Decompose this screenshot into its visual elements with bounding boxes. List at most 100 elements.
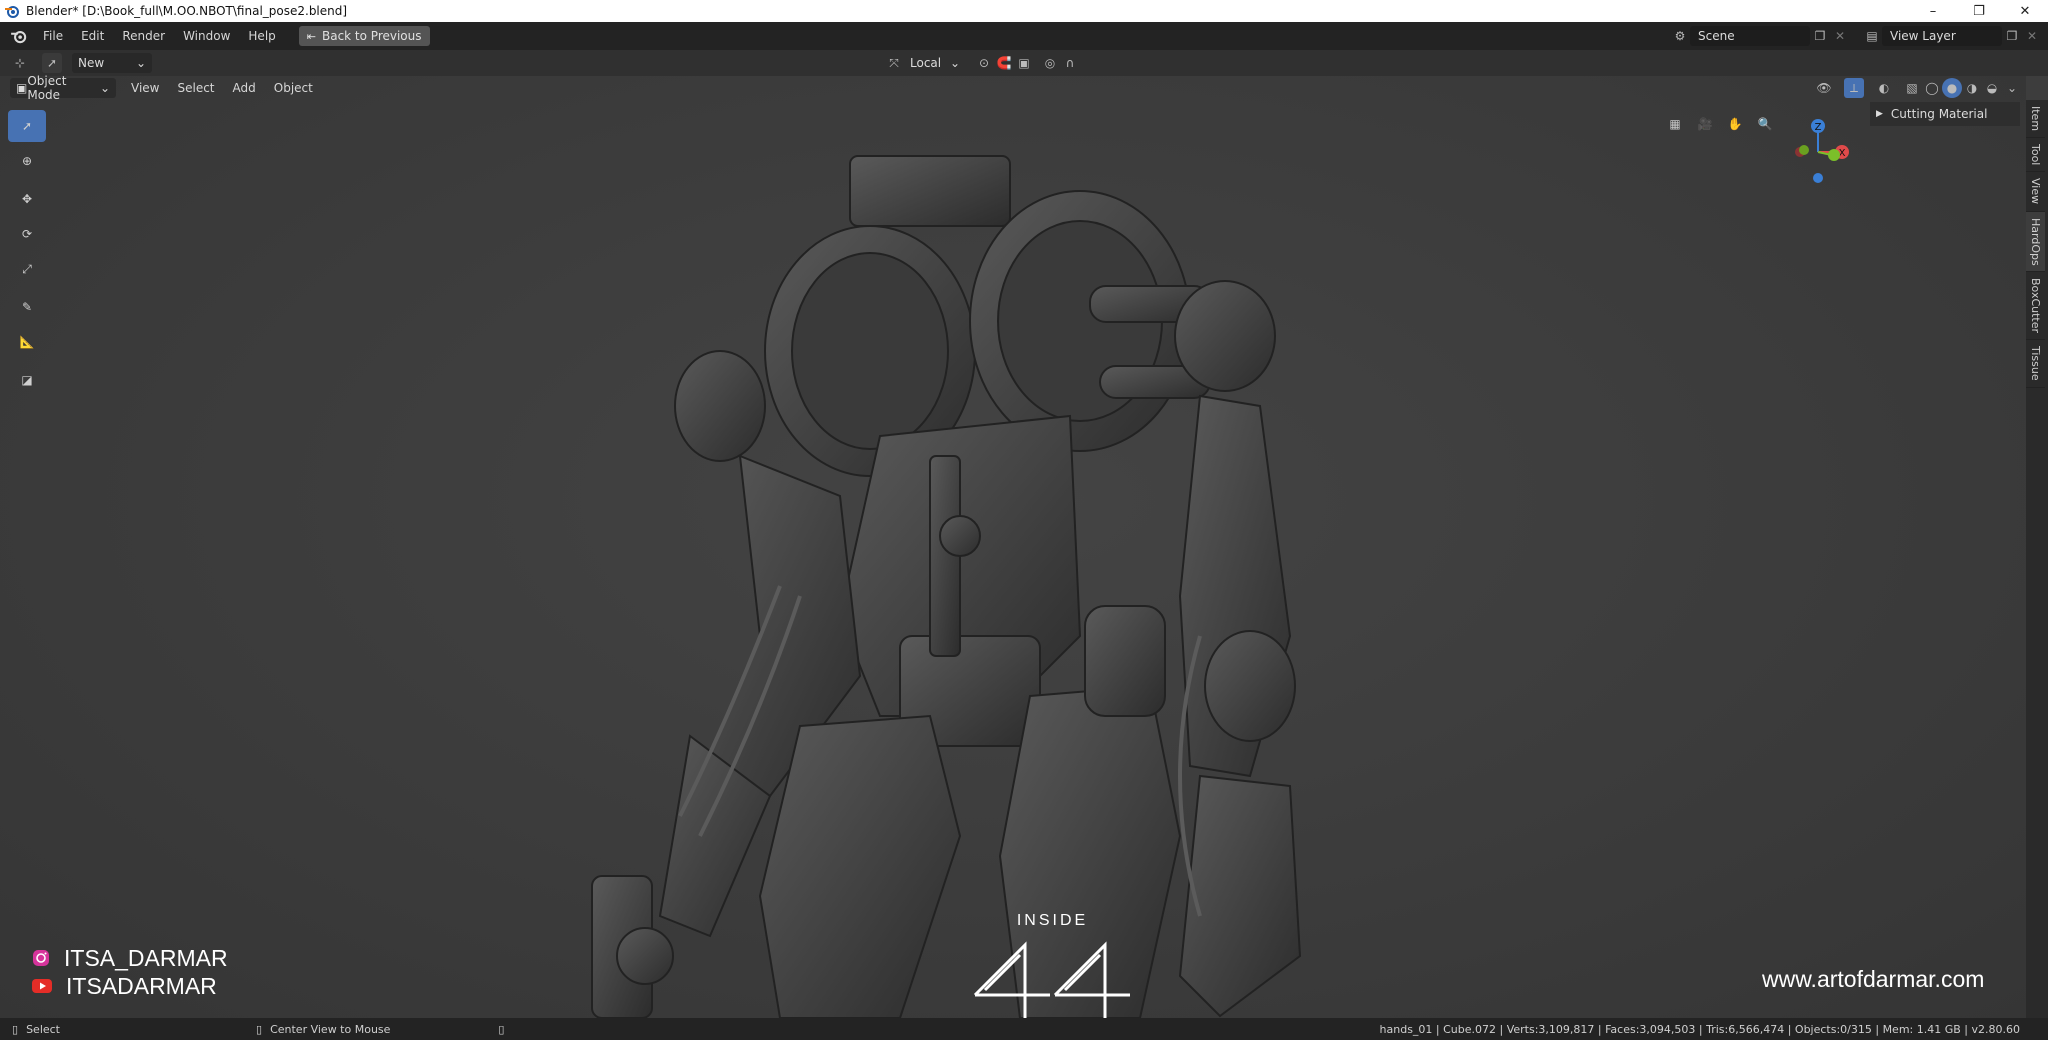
solid-shading-icon[interactable]: ● (1942, 78, 1962, 98)
tool-header: ⊹ ➚ New ⌄ ⤧ Local ⌄ ⊙ 🧲 ▣ ◎ ∩ (0, 50, 2048, 76)
shading-options-icon[interactable]: ⌄ (2002, 78, 2022, 98)
back-icon: ⇤ (306, 29, 316, 43)
menu-help[interactable]: Help (239, 22, 284, 50)
wireframe-shading-icon[interactable]: ◯ (1922, 78, 1942, 98)
tab-view[interactable]: View (2026, 172, 2045, 212)
viewport-shading-controls: 👁 ⟂ ◐ ▧ ◯ ● ◑ ◒ ⌄ (1814, 78, 2022, 98)
pan-hand-icon[interactable]: ✋ (1720, 112, 1750, 136)
blender-menu-icon[interactable] (10, 27, 28, 45)
scene-icon[interactable]: ⚙ (1670, 26, 1690, 46)
material-shading-icon[interactable]: ◑ (1962, 78, 1982, 98)
new-scene-icon[interactable]: ❐ (1810, 26, 1830, 46)
overlays-icon[interactable]: ◐ (1874, 78, 1894, 98)
y-axis-handle[interactable] (1828, 149, 1840, 161)
chevron-right-icon: ▶ (1876, 109, 1883, 119)
visibility-icon[interactable]: 👁 (1814, 78, 1834, 98)
transform-orientation-icon[interactable]: ⤧ (884, 53, 904, 73)
gizmo-toggle-icon[interactable]: ⟂ (1844, 78, 1864, 98)
back-to-previous-label: Back to Previous (321, 29, 422, 43)
menu-render[interactable]: Render (113, 22, 174, 50)
tab-tissue[interactable]: Tissue (2026, 340, 2045, 388)
mouse-left-icon: ▯ (12, 1022, 19, 1036)
editor-type-icon[interactable]: ⊹ (10, 53, 30, 73)
status-scene-stats: hands_01 | Cube.072 | Verts:3,109,817 | … (1379, 1022, 2020, 1036)
status-bar: ▯ Select ▯ Center View to Mouse ▯ hands_… (0, 1018, 2048, 1040)
viewport-menu-object[interactable]: Object (265, 74, 322, 102)
viewport-header: ▣ Object Mode ⌄ View Select Add Object 👁… (0, 74, 2026, 102)
scene-field[interactable]: Scene (1690, 26, 1810, 46)
neg-z-axis-handle[interactable] (1813, 173, 1823, 183)
grid-view-icon[interactable]: ▦ (1660, 112, 1690, 136)
viewport-menu-add[interactable]: Add (224, 74, 265, 102)
neg-y-axis-handle[interactable] (1799, 145, 1809, 155)
snap-icon[interactable]: 🧲 (994, 53, 1014, 73)
select-box-tool[interactable]: ➚ (8, 110, 46, 142)
rotate-tool[interactable]: ⟳ (8, 218, 46, 250)
object-mode-icon: ▣ (16, 81, 28, 95)
chevron-down-icon: ⌄ (99, 81, 110, 95)
move-tool[interactable]: ✥ (8, 183, 46, 215)
view-layer-icon[interactable]: ▤ (1862, 26, 1882, 46)
brand-44-mark (973, 941, 1130, 1018)
menu-file[interactable]: File (34, 22, 72, 50)
transform-orientation-dropdown[interactable]: Local ⌄ (904, 53, 966, 73)
delete-scene-icon[interactable]: ✕ (1830, 26, 1850, 46)
select-tool-icon[interactable]: ➚ (42, 53, 62, 73)
z-axis-label: Z (1815, 122, 1822, 133)
camera-view-icon[interactable]: 🎥 (1690, 112, 1720, 136)
annotate-tool[interactable]: ✎ (8, 291, 46, 323)
move-icon: ✥ (21, 192, 33, 206)
brand-inside-text: INSIDE (1016, 912, 1089, 929)
mouse-middle-icon: ▯ (256, 1022, 263, 1036)
axis-gizmo[interactable]: Z X (1778, 112, 1858, 192)
object-mode-dropdown[interactable]: ▣ Object Mode ⌄ (10, 74, 116, 102)
minimize-button[interactable]: – (1910, 0, 1956, 22)
new-dropdown[interactable]: New ⌄ (72, 53, 152, 73)
tab-tool[interactable]: Tool (2026, 138, 2045, 173)
cursor-tool[interactable]: ⊕ (8, 145, 46, 177)
back-to-previous-button[interactable]: ⇤ Back to Previous (298, 26, 430, 46)
3d-cursor-icon: ⊕ (21, 154, 33, 168)
instagram-row: ITSA_DARMAR (32, 944, 228, 972)
add-cube-tool[interactable]: ◪ (8, 364, 46, 396)
website-url: www.artofdarmar.com (1762, 966, 1985, 992)
tab-item[interactable]: Item (2026, 100, 2045, 139)
snap-target-icon[interactable]: ▣ (1014, 53, 1034, 73)
tab-boxcutter[interactable]: BoxCutter (2026, 272, 2045, 341)
falloff-icon[interactable]: ∩ (1060, 53, 1080, 73)
viewport-navigation: ▦ 🎥 ✋ 🔍 (1660, 112, 1780, 136)
window-title: Blender* [D:\Book_full\M.OO.NBOT\final_p… (26, 4, 348, 18)
scene-controls: ⚙ Scene ❐ ✕ ▤ View Layer ❐ ✕ (1670, 22, 2048, 50)
n-panel-section[interactable]: ▶ Cutting Material (1870, 102, 2020, 126)
pencil-icon: ✎ (21, 300, 33, 314)
cube-icon: ◪ (21, 373, 33, 387)
viewport-menu-select[interactable]: Select (168, 74, 223, 102)
object-mode-label: Object Mode (27, 74, 67, 102)
instagram-icon (33, 950, 49, 966)
delete-view-layer-icon[interactable]: ✕ (2022, 26, 2042, 46)
scale-icon: ⤢ (22, 261, 32, 276)
menu-window[interactable]: Window (174, 22, 239, 50)
rotate-icon: ⟳ (21, 227, 33, 241)
3d-viewport[interactable]: Z X INSIDE ITSA_DARMAR ITSADARMAR www.ar… (0, 76, 2026, 1018)
menu-edit[interactable]: Edit (72, 22, 113, 50)
blender-logo-icon (5, 6, 19, 18)
instagram-handle: ITSA_DARMAR (64, 944, 228, 971)
zoom-icon[interactable]: 🔍 (1750, 112, 1780, 136)
status-select-hint: Select (26, 1022, 60, 1036)
measure-tool[interactable]: 📐 (8, 326, 46, 358)
proportional-edit-icon[interactable]: ◎ (1040, 53, 1060, 73)
rendered-shading-icon[interactable]: ◒ (1982, 78, 2002, 98)
xray-icon[interactable]: ▧ (1902, 78, 1922, 98)
youtube-handle: ITSADARMAR (66, 972, 217, 999)
youtube-icon (32, 979, 52, 993)
chevron-down-icon: ⌄ (949, 56, 960, 70)
view-layer-field[interactable]: View Layer (1882, 26, 2002, 46)
viewport-menu-view[interactable]: View (122, 74, 168, 102)
maximize-button[interactable]: ❐ (1956, 0, 2002, 22)
scale-tool[interactable]: ⤢ (8, 253, 46, 285)
tab-hardops[interactable]: HardOps (2026, 211, 2045, 273)
new-view-layer-icon[interactable]: ❐ (2002, 26, 2022, 46)
close-button[interactable]: ✕ (2002, 0, 2048, 22)
pivot-point-icon[interactable]: ⊙ (974, 53, 994, 73)
